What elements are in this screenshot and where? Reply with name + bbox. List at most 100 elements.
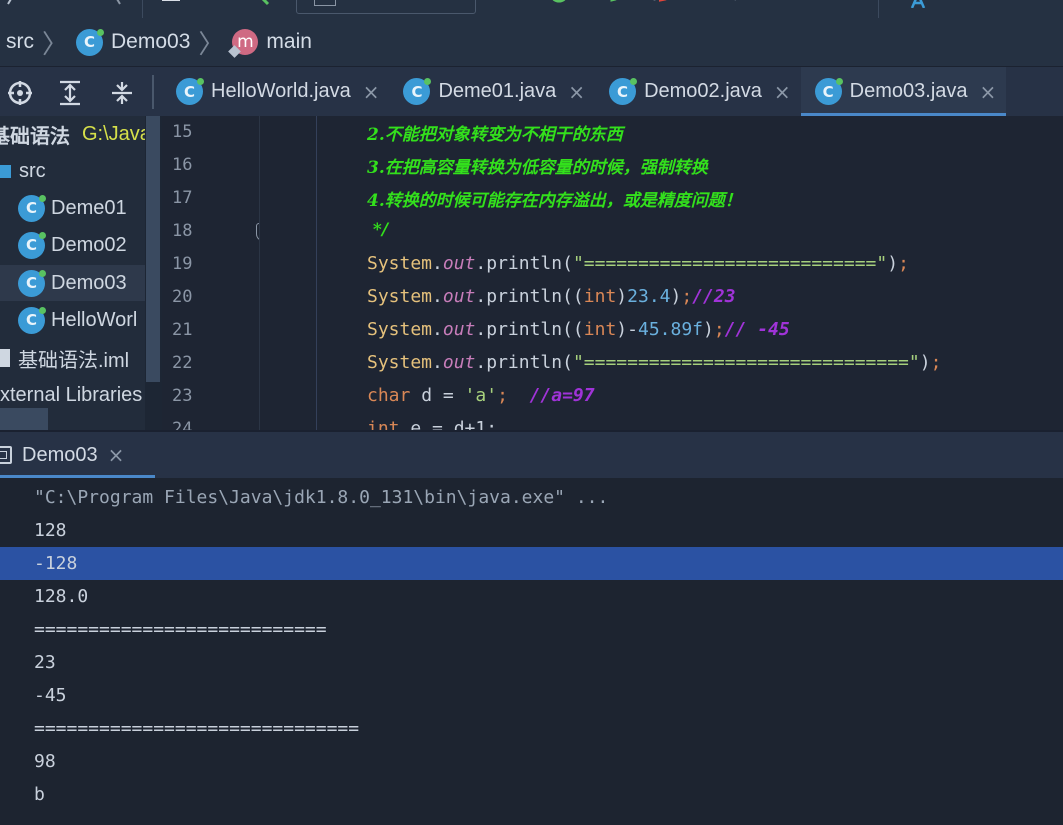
run-tab-label: Demo03 xyxy=(22,443,98,466)
java-class-icon: C xyxy=(176,78,204,105)
breadcrumb-class[interactable]: C Demo03 xyxy=(76,18,190,66)
tab-label: Demo03.java xyxy=(849,80,968,102)
code-line-23: char d = 'a'; //a=97 xyxy=(367,385,595,406)
close-icon[interactable]: × xyxy=(363,80,380,104)
build-icon[interactable] xyxy=(162,0,180,8)
code-line-20: System.out.println((int)23.4);//23 xyxy=(367,286,736,307)
line-number: 22 xyxy=(172,353,193,373)
tree-item-demo03[interactable]: C Demo03 xyxy=(0,265,146,301)
tree-item-deme01[interactable]: C Deme01 xyxy=(0,190,127,226)
tree-item-label: Demo03 xyxy=(51,271,127,294)
breadcrumb-class-label: Demo03 xyxy=(111,30,191,53)
code-line-18: */ xyxy=(367,220,389,240)
tab-deme01[interactable]: C Deme01.java × xyxy=(389,67,595,116)
tree-horizontal-scrollbar-thumb[interactable] xyxy=(0,408,48,430)
line-number: 20 xyxy=(172,287,193,307)
console-line: =========================== xyxy=(34,619,327,640)
debug-icon[interactable] xyxy=(550,0,568,8)
java-class-icon: C xyxy=(18,306,46,334)
console-line: ============================== xyxy=(34,718,360,739)
code-line-22: System.out.println("====================… xyxy=(367,352,942,373)
tree-item-demo02[interactable]: C Demo02 xyxy=(0,227,127,263)
line-number: 16 xyxy=(172,155,193,175)
console-line: 23 xyxy=(34,652,56,673)
translate-icon[interactable] xyxy=(898,0,932,8)
line-number: 21 xyxy=(172,320,193,340)
tab-label: Demo02.java xyxy=(644,80,762,102)
fold-icon[interactable] xyxy=(256,223,259,241)
code-line-16: 3.在把高容量转换为低容量的时候，强制转换 xyxy=(367,158,708,178)
module-file-icon xyxy=(0,349,10,367)
run-tab-demo03[interactable]: Demo03 × xyxy=(0,432,155,478)
code-line-24: int e = d+1; xyxy=(367,418,498,430)
make-icon[interactable] xyxy=(256,0,274,8)
tree-item-label: Demo02 xyxy=(51,233,127,256)
console-line: -45 xyxy=(34,685,67,706)
code-line-21: System.out.println((int)-45.89f);// -45 xyxy=(367,319,790,340)
run-console-icon xyxy=(0,446,12,464)
back-icon[interactable] xyxy=(2,0,20,8)
java-class-icon: C xyxy=(18,194,46,222)
tree-item-label: xternal Libraries xyxy=(0,383,143,406)
tree-item-src[interactable]: src xyxy=(0,153,46,189)
breadcrumb-src-label: src xyxy=(6,30,34,53)
tree-root-path: G:\Java xyxy=(82,122,151,145)
tree-item-helloworld[interactable]: C HelloWorl xyxy=(0,302,137,338)
close-icon[interactable]: × xyxy=(980,80,997,104)
console-line: 128 xyxy=(34,520,67,541)
editor-tab-bar: C HelloWorld.java × C Deme01.java × C De… xyxy=(162,66,1063,116)
breadcrumb-method[interactable]: m main xyxy=(228,18,312,66)
java-class-icon: C xyxy=(814,78,843,105)
console-line: 98 xyxy=(34,751,56,772)
console-line: 128.0 xyxy=(34,586,89,607)
run-icon[interactable] xyxy=(500,0,518,8)
java-class-icon: C xyxy=(609,78,638,105)
profile-icon[interactable] xyxy=(650,0,668,8)
code-editor[interactable]: 2.不能把对象转变为不相干的东西 3.在把高容量转换为低容量的时候，强制转换 4… xyxy=(261,116,1063,430)
tab-helloworld[interactable]: C HelloWorld.java × xyxy=(162,67,389,116)
locate-icon[interactable] xyxy=(6,79,34,107)
tree-scrollbar-thumb[interactable] xyxy=(146,116,160,382)
collapse-all-icon[interactable] xyxy=(108,79,136,107)
breadcrumb: src 〉 C Demo03 〉 m main xyxy=(0,18,1063,66)
console-line: "C:\Program Files\Java\jdk1.8.0_131\bin\… xyxy=(34,487,609,508)
breadcrumb-src[interactable]: src xyxy=(6,18,34,66)
run-panel-header: Demo03 × xyxy=(0,430,1063,478)
line-number: 15 xyxy=(172,122,193,142)
indent-guide xyxy=(316,116,317,430)
folder-icon xyxy=(0,164,11,178)
code-line-17: 4.转换的时候可能存在内存溢出，或是精度问题！ xyxy=(367,191,742,211)
close-icon[interactable]: × xyxy=(108,443,125,467)
coverage-icon[interactable] xyxy=(600,0,618,8)
tree-root[interactable]: 基础语法 G:\Java xyxy=(0,116,151,152)
expand-all-icon[interactable] xyxy=(56,79,84,107)
tab-demo03[interactable]: C Demo03.java × xyxy=(800,67,1007,116)
line-number: 18 xyxy=(172,221,193,241)
close-icon[interactable]: × xyxy=(774,80,791,104)
tree-item-label: 基础语法.iml xyxy=(18,349,130,372)
stop-icon[interactable] xyxy=(776,0,794,8)
tree-root-name: 基础语法 xyxy=(0,125,70,148)
chevron-right-icon: 〉 xyxy=(42,29,69,60)
tab-label: HelloWorld.java xyxy=(211,80,351,102)
tree-item-iml[interactable]: 基础语法.iml xyxy=(0,340,129,376)
console-line: b xyxy=(34,784,45,805)
code-line-19: System.out.println("====================… xyxy=(367,253,909,274)
tab-demo02[interactable]: C Demo02.java × xyxy=(595,67,801,116)
console-output[interactable]: "C:\Program Files\Java\jdk1.8.0_131\bin\… xyxy=(0,478,1063,825)
java-class-icon: C xyxy=(76,28,105,56)
tree-item-label: src xyxy=(19,159,46,182)
forward-icon[interactable] xyxy=(110,0,128,8)
attach-icon[interactable] xyxy=(724,0,742,8)
close-icon[interactable]: × xyxy=(568,80,585,104)
chevron-right-icon: 〉 xyxy=(198,29,225,60)
java-class-icon: C xyxy=(18,231,46,259)
line-number: 17 xyxy=(172,188,193,208)
console-line: -128 xyxy=(0,547,1063,580)
line-number-gutter: 15 16 17 18 19 20 21 22 23 24 xyxy=(162,116,260,430)
tree-item-label: HelloWorl xyxy=(51,308,138,331)
tab-label: Deme01.java xyxy=(438,80,557,102)
tree-item-label: Deme01 xyxy=(51,196,127,219)
line-number: 24 xyxy=(172,419,193,430)
main-toolbar xyxy=(0,0,1063,18)
